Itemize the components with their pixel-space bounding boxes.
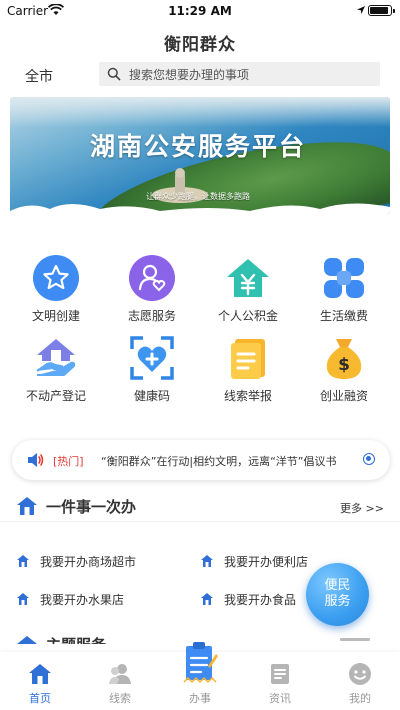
tab-mine[interactable]: 我的 [320, 652, 400, 710]
service-wenming[interactable]: 文明创建 [6, 255, 106, 324]
tab-news[interactable]: 资讯 [240, 652, 320, 710]
tab-label: 首页 [29, 692, 51, 705]
search-placeholder: 搜索您想要办理的事项 [129, 68, 250, 82]
task-label: 我要开办食品 [224, 593, 297, 607]
section-title: 主题服务 [46, 634, 106, 644]
task-item[interactable]: 我要开办商场超市 [16, 553, 186, 569]
clipboard-pen-icon [183, 642, 218, 684]
banner-sky [10, 97, 390, 127]
service-label: 不动产登记 [25, 389, 86, 403]
service-financing[interactable]: $ 创业融资 [294, 335, 394, 404]
tab-label: 办事 [189, 692, 211, 705]
service-label: 创业融资 [319, 389, 368, 403]
service-label: 线索举报 [223, 389, 272, 403]
service-label: 健康码 [133, 389, 170, 403]
banner-carousel[interactable]: 湖南公安服务平台 让群众少跑腿，让数据多跑路 [10, 97, 390, 215]
notice-ticker[interactable]: [热门] “衡阳群众”在行动|相约文明，远离“洋节”倡议书 [12, 440, 390, 480]
megaphone-icon [28, 453, 44, 467]
service-life-payment[interactable]: 生活缴费 [294, 255, 394, 324]
convenience-service-button[interactable]: 便民 服务 [306, 563, 369, 626]
service-label: 文明创建 [31, 309, 80, 323]
life-payment-icon [321, 255, 367, 301]
bottom-tab-bar: 首页 线索 办事 资讯 我的 [0, 642, 400, 710]
status-bar: Carrier 11:29 AM [0, 0, 400, 22]
service-real-estate[interactable]: 不动产登记 [6, 335, 106, 404]
small-house-icon [201, 555, 213, 567]
small-house-icon [201, 593, 213, 605]
section-title: 一件事一次办 [46, 498, 137, 516]
home-icon [29, 664, 51, 684]
carousel-dot [213, 211, 217, 215]
small-house-icon [17, 593, 29, 605]
service-volunteer[interactable]: 志愿服务 [102, 255, 202, 324]
carousel-indicator [10, 200, 390, 215]
task-label: 我要开办水果店 [40, 593, 125, 607]
task-label: 我要开办便利店 [224, 555, 309, 569]
housing-fund-icon [225, 255, 271, 301]
notice-text: “衡阳群众”在行动|相约文明，远离“洋节”倡议书 [101, 455, 337, 468]
notice-indicator-icon [363, 453, 375, 465]
tab-affairs[interactable]: 办事 [160, 642, 240, 710]
tab-home[interactable]: 首页 [0, 652, 80, 710]
service-clue-report[interactable]: 线索举报 [198, 335, 298, 404]
float-button-line2: 服务 [324, 594, 351, 609]
people-icon [109, 664, 131, 684]
tab-label: 资讯 [269, 692, 291, 705]
clock: 11:29 AM [168, 4, 232, 18]
news-icon [271, 664, 289, 684]
float-button-line1: 便民 [324, 578, 351, 593]
search-icon [107, 67, 121, 81]
more-link-partial [340, 638, 370, 641]
page-title: 衡阳群众 [164, 35, 236, 55]
task-item[interactable]: 我要开办水果店 [16, 591, 186, 607]
house-icon [17, 636, 37, 644]
search-input[interactable]: 搜索您想要办理的事项 [99, 62, 380, 86]
house-icon [17, 497, 37, 515]
small-house-icon [17, 555, 29, 567]
carousel-dot [183, 211, 193, 215]
service-label: 个人公积金 [217, 309, 278, 323]
task-item[interactable]: 我要开办食品 [200, 591, 320, 607]
theme-section-header: 主题服务 [16, 632, 136, 644]
carousel-dot [197, 211, 201, 215]
banner-title: 湖南公安服务平台 [90, 132, 307, 161]
more-link[interactable]: 更多 >> [340, 500, 384, 516]
one-thing-section-header: 一件事一次办 更多 >> [0, 492, 400, 522]
task-label: 我要开办商场超市 [40, 555, 137, 569]
money-bag-icon: $ [321, 335, 367, 381]
tab-clues[interactable]: 线索 [80, 652, 160, 710]
star-badge-icon [33, 255, 79, 301]
notice-hot-tag: [热门] [53, 455, 84, 468]
service-label: 生活缴费 [319, 309, 368, 323]
tab-label: 我的 [349, 692, 371, 705]
smiley-icon [349, 663, 371, 685]
svg-text:$: $ [338, 355, 350, 375]
carousel-dot [205, 211, 209, 215]
tab-label: 线索 [109, 692, 131, 705]
battery-icon [368, 5, 395, 16]
volunteer-heart-icon [129, 255, 175, 301]
location-arrow-icon [357, 6, 365, 14]
service-health-code[interactable]: 健康码 [102, 335, 202, 404]
service-housing-fund[interactable]: 个人公积金 [198, 255, 298, 324]
clue-report-icon [225, 335, 271, 381]
real-estate-icon [33, 335, 79, 381]
service-label: 志愿服务 [127, 309, 176, 323]
health-code-icon [129, 335, 175, 381]
city-selector[interactable]: 全市 [25, 66, 53, 86]
